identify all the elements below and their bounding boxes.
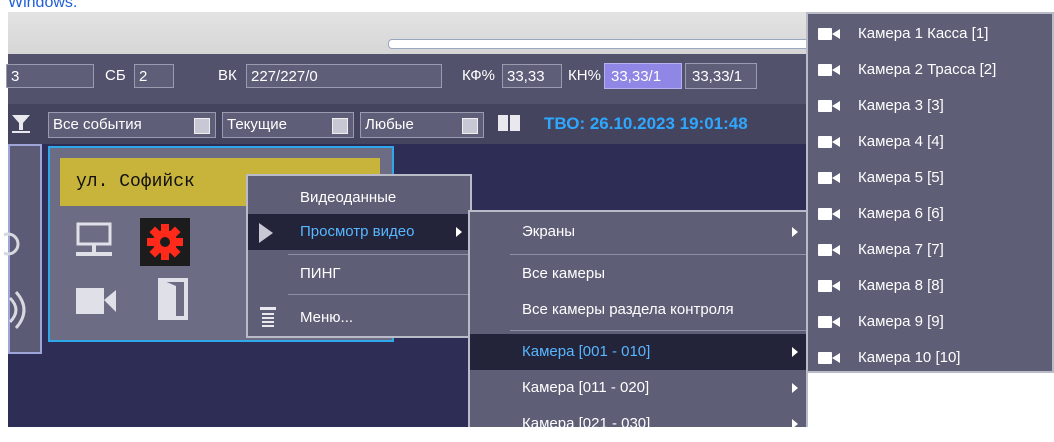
camera-item-1[interactable]: Камера 1 Касса [1] <box>808 16 1052 52</box>
camera-item-label: Камера 6 [6] <box>858 205 944 222</box>
counter-first-field: 3 <box>6 64 94 88</box>
submenu-arrow-icon <box>456 227 462 237</box>
left-device-panel[interactable] <box>4 144 42 354</box>
doc-link[interactable]: Windows. <box>8 0 77 12</box>
horizontal-scrollbar[interactable] <box>388 39 810 49</box>
camera-icon <box>818 208 840 220</box>
submenu-item-cameras-001-010[interactable]: Камера [001 - 010] <box>470 334 806 370</box>
camera-item-3[interactable]: Камера 3 [3] <box>808 88 1052 124</box>
kn-label: КН% <box>568 67 601 84</box>
submenu-arrow-icon <box>792 419 798 429</box>
camera-icon <box>818 172 840 184</box>
all-events-label: Все события <box>53 116 142 133</box>
camera-icon <box>818 28 840 40</box>
menu-item-video-data[interactable]: Видеоданные <box>248 180 470 216</box>
camera-item-2[interactable]: Камера 2 Трасса [2] <box>808 52 1052 88</box>
camera-item-label: Камера 9 [9] <box>858 313 944 330</box>
sb-label: СБ <box>105 67 126 84</box>
camera-icon <box>818 316 840 328</box>
menu-list-icon <box>260 307 276 327</box>
view-video-submenu: Экраны Все камеры Все камеры раздела кон… <box>468 210 808 432</box>
context-menu: Видеоданные Просмотр видео ПИНГ Меню... <box>246 174 472 338</box>
camera-item-10[interactable]: Камера 10 [10] <box>808 340 1052 376</box>
camera-icon <box>818 136 840 148</box>
menu-item-ping[interactable]: ПИНГ <box>248 256 470 292</box>
current-dropdown[interactable]: Текущие <box>222 112 354 138</box>
menu-separator <box>288 294 468 295</box>
submenu-arrow-icon <box>792 383 798 393</box>
gear-icon <box>147 224 183 260</box>
vk-field: 227/227/0 <box>246 64 442 88</box>
submenu-arrow-icon <box>792 347 798 357</box>
cameras-011-020-label: Камера [011 - 020] <box>522 379 650 396</box>
camera-item-label: Камера 1 Касса [1] <box>858 25 989 42</box>
camera-item-label: Камера 4 [4] <box>858 133 944 150</box>
cameras-021-030-label: Камера [021 - 030] <box>522 415 651 432</box>
camera-item-label: Камера 10 [10] <box>858 349 961 366</box>
network-icon[interactable] <box>74 222 114 262</box>
camera-list-menu: Камера 1 Касса [1] Камера 2 Трасса [2] К… <box>806 12 1054 373</box>
screens-label: Экраны <box>522 223 576 240</box>
top-toolbar <box>8 12 810 54</box>
current-checkbox[interactable] <box>332 118 348 134</box>
menu-item-menu[interactable]: Меню... <box>248 300 470 336</box>
menu-separator <box>288 254 468 255</box>
all-events-dropdown[interactable]: Все события <box>48 112 216 138</box>
kn-value-secondary: 33,33/1 <box>685 63 757 89</box>
kf-label: КФ% <box>462 67 495 84</box>
door-icon[interactable] <box>154 276 194 322</box>
camera-item-label: Камера 8 [8] <box>858 277 944 294</box>
tbo-timestamp: ТВО: 26.10.2023 19:01:48 <box>544 114 748 133</box>
submenu-item-cameras-021-030[interactable]: Камера [021 - 030] <box>470 406 806 442</box>
submenu-item-all-cameras[interactable]: Все камеры <box>470 256 806 292</box>
camera-item-9[interactable]: Камера 9 [9] <box>808 304 1052 340</box>
submenu-item-screens[interactable]: Экраны <box>470 214 806 250</box>
signal-icon <box>4 232 26 329</box>
any-dropdown[interactable]: Любые <box>360 112 484 138</box>
camera-item-8[interactable]: Камера 8 [8] <box>808 268 1052 304</box>
filter-icon[interactable] <box>10 112 32 134</box>
camera-icon[interactable] <box>74 280 118 320</box>
any-label: Любые <box>365 116 414 133</box>
submenu-arrow-icon <box>792 227 798 237</box>
submenu-item-cameras-011-020[interactable]: Камера [011 - 020] <box>470 370 806 406</box>
camera-item-label: Камера 7 [7] <box>858 241 944 258</box>
camera-item-label: Камера 5 [5] <box>858 169 944 186</box>
camera-item-4[interactable]: Камера 4 [4] <box>808 124 1052 160</box>
filters-bar: Все события Текущие Любые ТВО: 26.10.202… <box>8 104 808 144</box>
camera-item-label: Камера 3 [3] <box>858 97 944 114</box>
menu-item-view-video[interactable]: Просмотр видео <box>248 214 470 250</box>
menu-separator <box>510 254 806 255</box>
camera-icon <box>818 64 840 76</box>
counters-bar: 3 СБ 2 ВК 227/227/0 КФ% 33,33 КН% 33,33/… <box>6 54 808 104</box>
menu-separator <box>510 330 806 331</box>
all-events-checkbox[interactable] <box>194 118 210 134</box>
vk-label: ВК <box>218 67 237 84</box>
camera-item-6[interactable]: Камера 6 [6] <box>808 196 1052 232</box>
view-video-label: Просмотр видео <box>300 223 415 240</box>
camera-item-label: Камера 2 Трасса [2] <box>858 61 997 78</box>
play-icon <box>259 223 273 243</box>
camera-icon <box>818 280 840 292</box>
any-checkbox[interactable] <box>462 118 478 134</box>
kf-field: 33,33 <box>502 64 562 88</box>
camera-icon <box>818 244 840 256</box>
submenu-item-all-cameras-section[interactable]: Все камеры раздела контроля <box>470 292 806 328</box>
camera-item-7[interactable]: Камера 7 [7] <box>808 232 1052 268</box>
book-icon[interactable] <box>496 112 522 134</box>
camera-item-5[interactable]: Камера 5 [5] <box>808 160 1052 196</box>
settings-tile[interactable] <box>140 218 190 266</box>
kn-value-primary: 33,33/1 <box>604 63 682 89</box>
camera-icon <box>818 100 840 112</box>
camera-icon <box>818 352 840 364</box>
cameras-001-010-label: Камера [001 - 010] <box>522 343 651 360</box>
sb-field: 2 <box>134 64 174 88</box>
current-label: Текущие <box>227 116 287 133</box>
